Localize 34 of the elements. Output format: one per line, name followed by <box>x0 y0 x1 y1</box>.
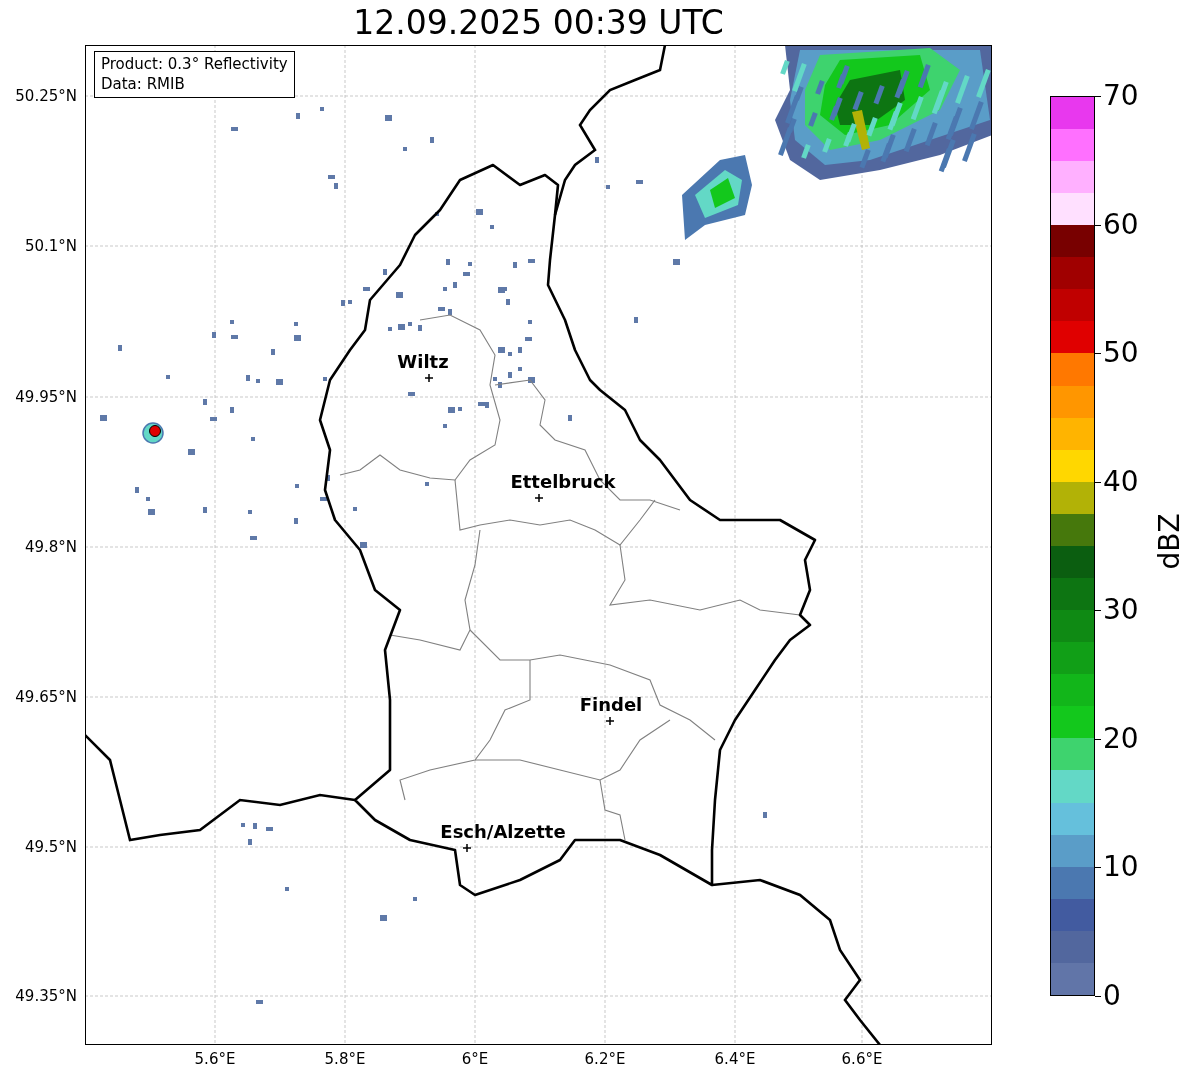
legend-text: Product: 0.3° Reflectivity <box>101 54 288 74</box>
axis-tick-label: 6.6°E <box>840 1050 884 1068</box>
axis-tick-label: 6.2°E <box>583 1050 627 1068</box>
colorbar-tick-label: 20 <box>1103 722 1139 755</box>
city-marker-icon <box>605 716 615 726</box>
axis-tick-label: 6°E <box>460 1050 490 1068</box>
colorbar-tick-label: 70 <box>1103 80 1139 112</box>
city-label: Ettelbruck <box>510 471 616 492</box>
chart-title: 12.09.2025 00:39 UTC <box>352 2 725 44</box>
colorbar-tick-label: 30 <box>1103 594 1139 627</box>
city-marker-icon <box>424 373 434 383</box>
axis-tick-label: 49.35°N <box>15 987 77 1005</box>
axis-tick-label: 49.95°N <box>15 388 77 406</box>
legend-text: Data: RMIB <box>101 74 186 94</box>
city-label: Wiltz <box>397 351 449 372</box>
axis-tick-label: 49.5°N <box>24 838 77 856</box>
axis-tick-label: 5.8°E <box>323 1050 367 1068</box>
city-marker-icon <box>534 493 544 503</box>
colorbar-tick-label: 10 <box>1103 851 1139 884</box>
axis-tick-label: 5.6°E <box>193 1050 237 1068</box>
city-marker-icon <box>462 843 472 853</box>
axis-tick-label: 50.25°N <box>15 87 77 105</box>
radar-site-icon <box>142 422 164 444</box>
axis-tick-label: 6.4°E <box>713 1050 757 1068</box>
colorbar-tick-label: 60 <box>1103 208 1139 241</box>
colorbar-tick-label: 0 <box>1103 980 1121 1012</box>
axis-tick-label: 49.8°N <box>24 538 77 556</box>
colorbar-label: dBZ <box>1152 513 1184 570</box>
axis-tick-label: 50.1°N <box>24 237 77 255</box>
city-label: Esch/Alzette <box>440 821 566 842</box>
colorbar-tick-label: 50 <box>1103 337 1139 370</box>
colorbar-tick-label: 40 <box>1103 465 1139 498</box>
axis-tick-label: 49.65°N <box>15 688 77 706</box>
city-label: Findel <box>579 694 643 715</box>
